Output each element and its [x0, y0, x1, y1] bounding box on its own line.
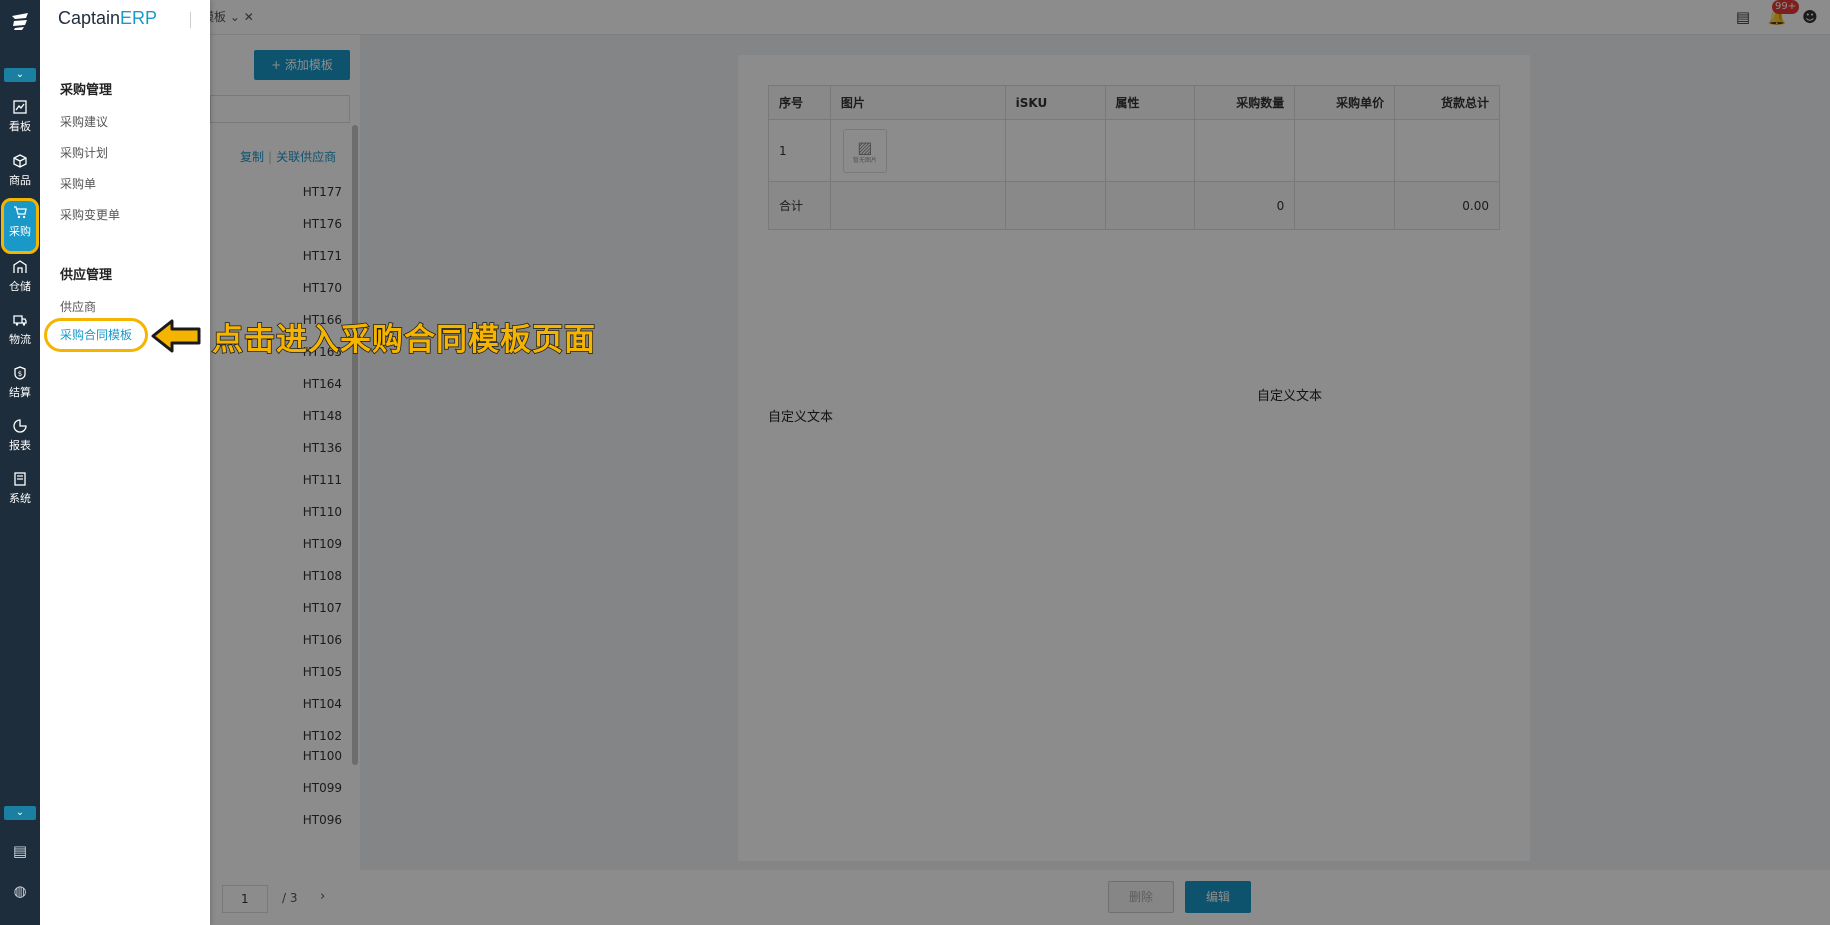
rail-item-label: 报表 — [9, 439, 31, 452]
menu-item-purchase-order[interactable]: 采购单 — [60, 175, 96, 192]
brand-logo: CaptainERP — [58, 8, 157, 29]
rail-item-label: 物流 — [9, 333, 31, 346]
purchasing-flyout-menu: CaptainERP 采购管理 采购建议 采购计划 采购单 采购变更单 供应管理… — [40, 0, 210, 925]
chart-icon — [0, 96, 40, 116]
menu-item-purchase-plan[interactable]: 采购计划 — [60, 144, 108, 161]
rail-item-label: 系统 — [9, 492, 31, 505]
brand-suffix: ERP — [120, 8, 158, 28]
rail-item-dashboard[interactable]: 看板 — [0, 96, 40, 146]
system-icon — [0, 468, 40, 488]
support-icon[interactable]: ◍ — [10, 881, 30, 901]
rail-item-label: 采购 — [9, 225, 31, 238]
menu-item-contract-template[interactable]: 采购合同模板 — [44, 318, 148, 352]
truck-icon — [0, 309, 40, 329]
cart-icon — [4, 201, 36, 221]
rail-collapse-toggle[interactable]: ⌄ — [4, 806, 36, 820]
coin-icon: $ — [0, 362, 40, 382]
rail-item-products[interactable]: 商品 — [0, 150, 40, 200]
box-icon — [0, 150, 40, 170]
tutorial-callout: 点击进入采购合同模板页面 — [150, 316, 596, 359]
rail-item-warehouse[interactable]: 仓储 — [0, 256, 40, 306]
menu-item-purchase-change[interactable]: 采购变更单 — [60, 206, 120, 223]
callout-text: 点击进入采购合同模板页面 — [211, 321, 596, 359]
menu-item-purchase-suggestion[interactable]: 采购建议 — [60, 113, 108, 130]
rail-item-system[interactable]: 系统 — [0, 468, 40, 518]
pie-icon — [0, 415, 40, 435]
section-title-supply: 供应管理 — [60, 268, 113, 283]
rail-item-reports[interactable]: 报表 — [0, 415, 40, 465]
overlay-mask[interactable] — [40, 0, 1830, 925]
rail-item-settlement[interactable]: $ 结算 — [0, 362, 40, 412]
rail-item-purchasing[interactable]: 采购 — [1, 198, 39, 254]
warehouse-icon — [0, 256, 40, 276]
nav-rail: ⌄ 看板 商品 采购 仓储 物流 $ 结算 报表 系统 ⌄ ▤ ◍ — [0, 0, 40, 925]
section-title-purchase: 采购管理 — [60, 83, 113, 98]
rail-item-logistics[interactable]: 物流 — [0, 309, 40, 359]
rail-item-label: 商品 — [9, 174, 31, 187]
rail-item-label: 仓储 — [9, 280, 31, 293]
app-background: 同模板 ⌄ ✕ ▤ 🔔 99+ ☻ + 添加模板 复制|关联供应商 HT177 … — [40, 0, 1830, 925]
rail-expand-toggle[interactable]: ⌄ — [4, 68, 36, 82]
rail-item-label: 看板 — [9, 120, 31, 133]
arrow-left-icon — [150, 318, 202, 354]
rail-item-label: 结算 — [9, 386, 31, 399]
logo-icon — [9, 10, 31, 32]
menu-item-supplier[interactable]: 供应商 — [60, 298, 96, 315]
divider — [190, 12, 191, 28]
store-icon[interactable]: ▤ — [10, 841, 30, 861]
brand-prefix: Captain — [58, 8, 121, 28]
svg-text:$: $ — [18, 370, 22, 378]
